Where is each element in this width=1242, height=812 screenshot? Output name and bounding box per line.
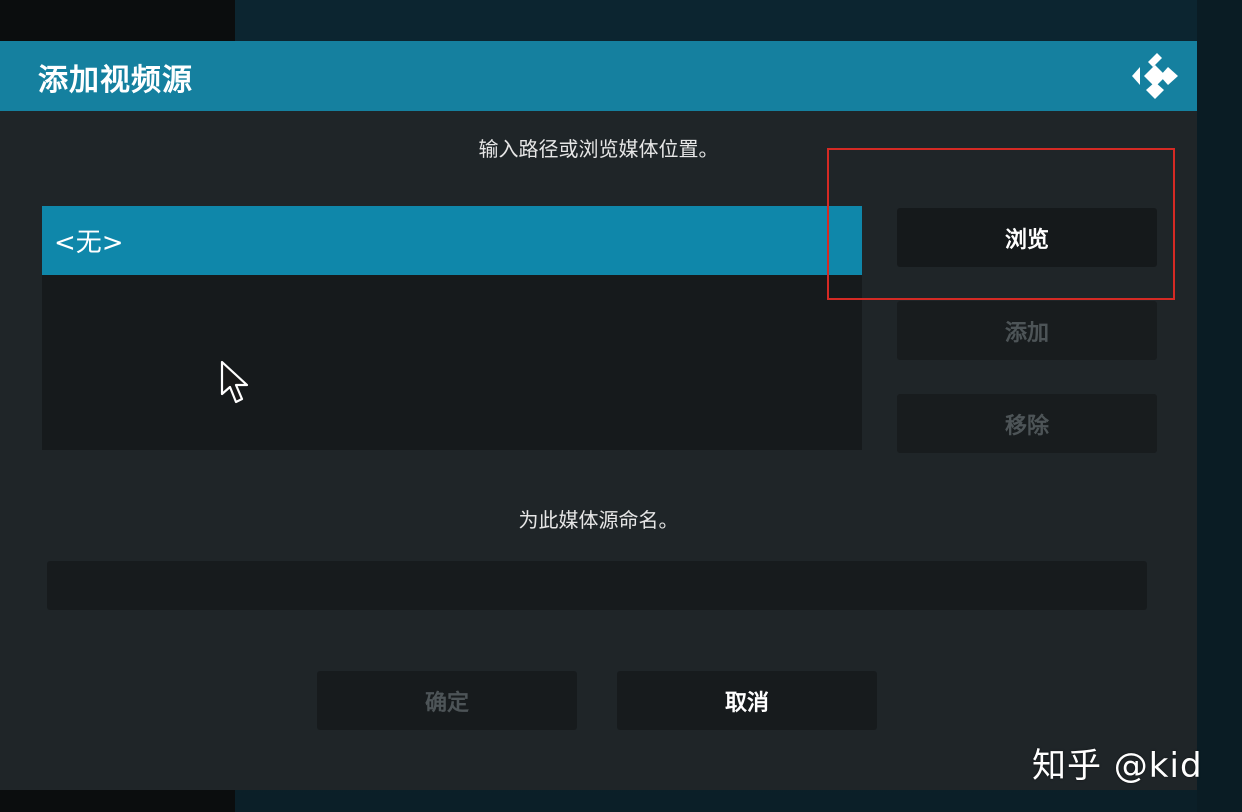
background-right-edge: [1197, 0, 1242, 812]
list-item[interactable]: <无>: [42, 206, 862, 275]
source-path-list[interactable]: <无>: [42, 206, 862, 450]
kodi-logo-icon: [1132, 53, 1178, 99]
browse-button[interactable]: 浏览: [897, 208, 1157, 267]
name-hint: 为此媒体源命名。: [518, 508, 679, 532]
cancel-button[interactable]: 取消: [617, 671, 877, 730]
remove-button[interactable]: 移除: [897, 394, 1157, 453]
mouse-pointer-icon: [220, 360, 249, 404]
dialog-titlebar: 添加视频源: [0, 41, 1197, 111]
add-button[interactable]: 添加: [897, 301, 1157, 360]
watermark: 知乎 @kid: [1032, 746, 1203, 786]
add-video-source-dialog: 添加视频源 输入路径或浏览媒体位置。 <无> 浏览 添加 移除 为此媒体源命名。…: [0, 41, 1197, 790]
dialog-title: 添加视频源: [38, 63, 193, 98]
ok-button[interactable]: 确定: [317, 671, 577, 730]
source-name-field[interactable]: [47, 561, 1147, 610]
path-hint: 输入路径或浏览媒体位置。: [478, 137, 719, 161]
